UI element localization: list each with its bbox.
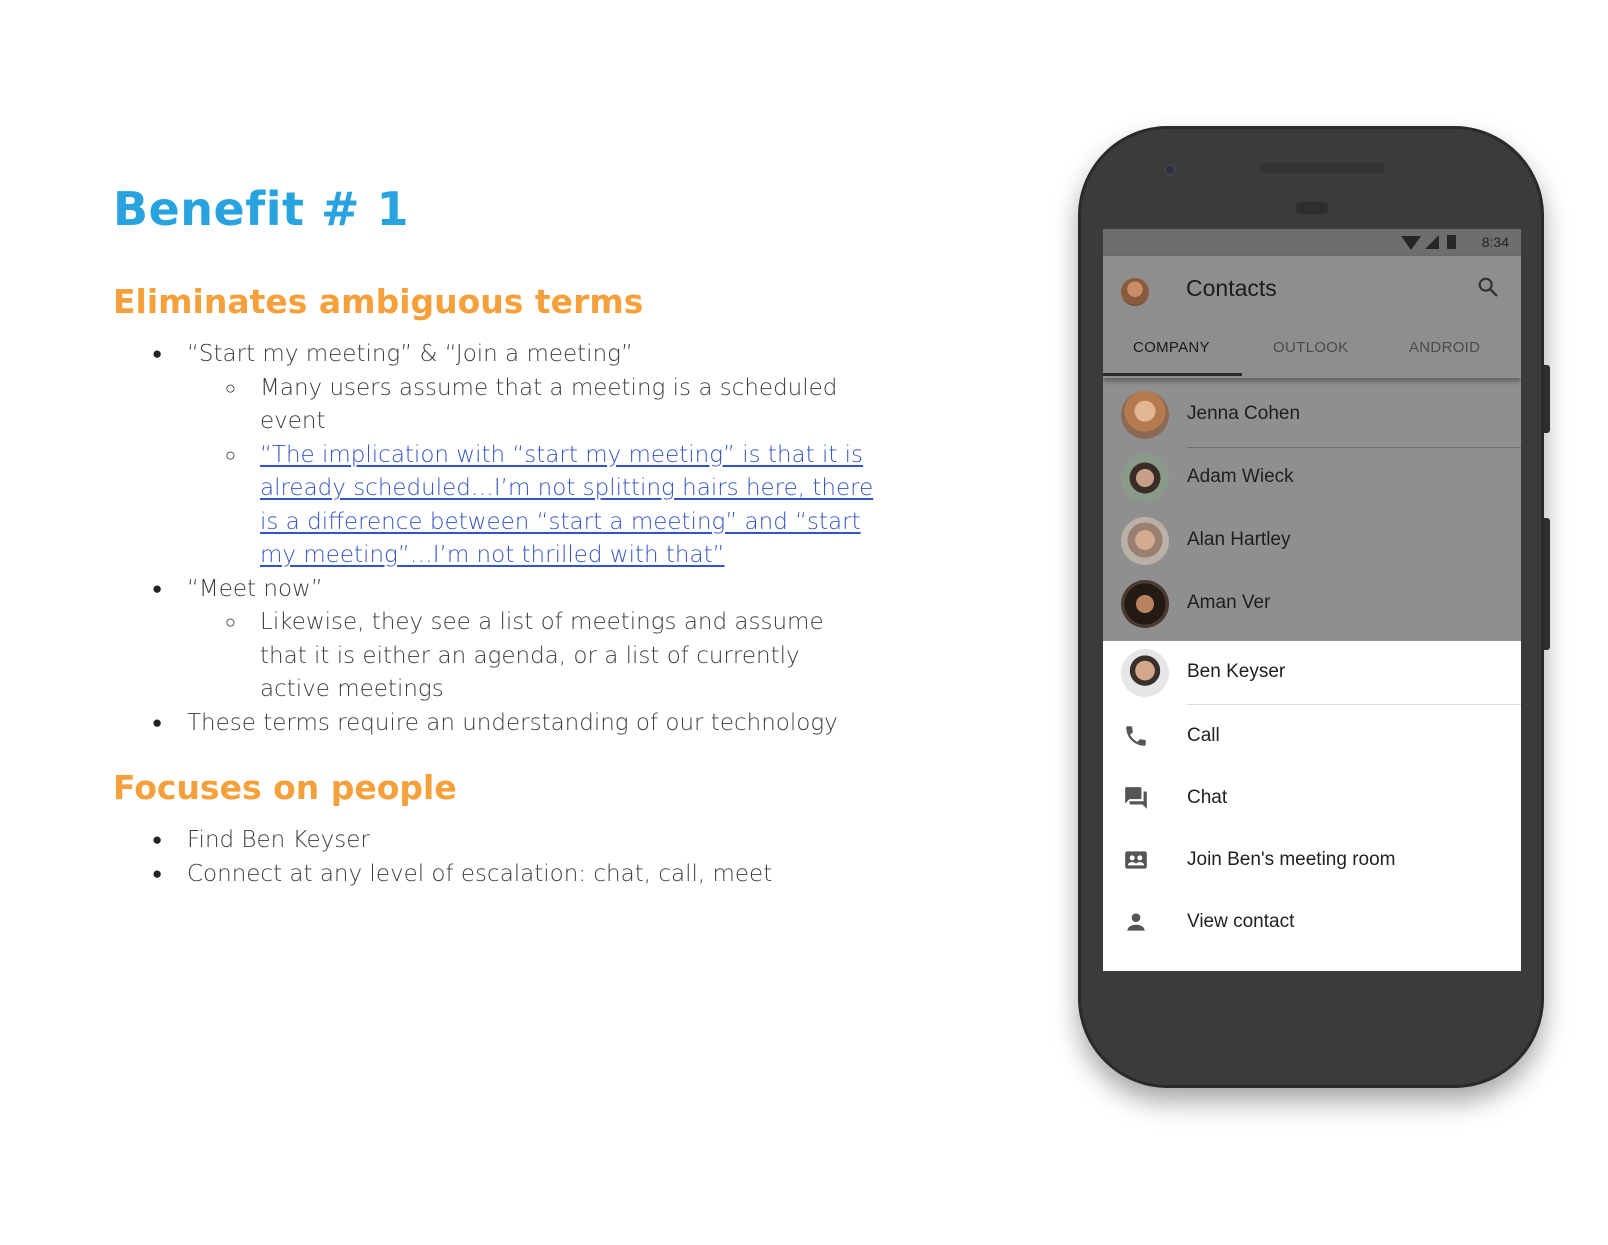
avatar [1121, 517, 1169, 565]
search-icon[interactable] [1477, 276, 1499, 298]
person-icon [1127, 913, 1145, 931]
avatar [1121, 649, 1169, 697]
bullet-icon: ● [152, 712, 163, 733]
list-item: ● “Meet now” [0, 573, 875, 607]
app-title: Contacts [1186, 275, 1277, 301]
sub-list-item-text: Likewise, they see a list of meetings an… [260, 609, 824, 702]
list-item: ● “Start my meeting” & “Join a meeting” [0, 338, 875, 372]
status-bar: 8:34 [1103, 229, 1521, 256]
list-item-text: Connect at any level of escalation: chat… [187, 860, 773, 887]
bullet-icon: ● [152, 863, 163, 884]
tab-android[interactable]: ANDROID [1409, 339, 1480, 356]
tab-outlook[interactable]: OUTLOOK [1273, 339, 1348, 356]
battery-icon [1447, 235, 1456, 249]
circle-bullet-icon: ○ [225, 444, 236, 466]
list-item: ● Find Ben Keyser [0, 824, 772, 858]
sub-list-item-text: Many users assume that a meeting is a sc… [260, 374, 838, 435]
status-time: 8:34 [1481, 234, 1509, 250]
signal-icon [1425, 235, 1439, 249]
section-heading-ambiguous-terms: Eliminates ambiguous terms [113, 282, 644, 321]
contact-name: Adam Wieck [1187, 466, 1294, 487]
earpiece-speaker [1258, 163, 1386, 173]
phone-screen: 8:34 Contacts COMPANY OUTLOOK ANDROID Je… [1103, 229, 1521, 971]
front-camera-icon [1164, 164, 1176, 176]
call-action[interactable]: Call [1103, 705, 1521, 767]
people-list: ● Find Ben Keyser ● Connect at any level… [0, 824, 772, 891]
action-label: View contact [1187, 911, 1295, 932]
slide-title: Benefit # 1 [113, 182, 410, 236]
contact-name: Jenna Cohen [1187, 403, 1301, 424]
list-item-text: “Meet now” [187, 575, 323, 602]
wifi-icon [1401, 236, 1421, 250]
list-item: ● These terms require an understanding o… [0, 707, 875, 741]
active-tab-indicator [1103, 373, 1242, 376]
circle-bullet-icon: ○ [225, 612, 236, 633]
list-item: ● Connect at any level of escalation: ch… [0, 858, 772, 892]
phone-icon [1126, 726, 1146, 746]
power-button [1544, 365, 1550, 433]
avatar [1121, 391, 1169, 439]
contact-row[interactable]: Jenna Cohen [1103, 383, 1521, 448]
meeting-room-icon [1125, 851, 1147, 869]
chat-action[interactable]: Chat [1103, 767, 1521, 829]
contact-name: Alan Hartley [1187, 529, 1291, 550]
app-bar: Contacts COMPANY OUTLOOK ANDROID [1103, 256, 1521, 378]
contact-row[interactable]: Adam Wieck [1103, 446, 1521, 510]
circle-bullet-icon: ○ [225, 377, 236, 399]
bullet-icon: ● [152, 830, 163, 850]
chat-icon [1125, 787, 1147, 809]
selected-contact-row[interactable]: Ben Keyser [1103, 641, 1521, 705]
sub-list-item: ○ Likewise, they see a list of meetings … [0, 606, 875, 707]
contact-row[interactable]: Aman Ver [1103, 572, 1521, 636]
contact-name: Aman Ver [1187, 592, 1271, 613]
sub-list-item: ○ “The implication with “start my meetin… [0, 439, 875, 573]
contacts-list-dimmed: Jenna Cohen Adam Wieck Alan Hartley Aman… [1103, 378, 1521, 641]
list-item-text: “Start my meeting” & “Join a meeting” [187, 341, 633, 367]
avatar [1121, 454, 1169, 502]
list-item-text: These terms require an understanding of … [187, 709, 838, 736]
list-item-text: Find Ben Keyser [187, 827, 370, 853]
contact-row[interactable]: Alan Hartley [1103, 509, 1521, 573]
proximity-sensor [1295, 202, 1329, 214]
action-label: Chat [1187, 787, 1228, 808]
join-meeting-room-action[interactable]: Join Ben's meeting room [1103, 829, 1521, 891]
tab-company[interactable]: COMPANY [1133, 339, 1210, 356]
ambiguous-terms-list: ● “Start my meeting” & “Join a meeting” … [0, 338, 875, 740]
profile-avatar[interactable] [1121, 278, 1149, 306]
bullet-icon: ● [152, 578, 163, 599]
bullet-icon: ● [152, 344, 163, 364]
action-label: Join Ben's meeting room [1187, 849, 1396, 870]
volume-button [1544, 518, 1550, 650]
contact-name: Ben Keyser [1187, 661, 1286, 682]
avatar [1121, 580, 1169, 628]
action-label: Call [1187, 725, 1220, 746]
view-contact-action[interactable]: View contact [1103, 891, 1521, 953]
quote-link[interactable]: “The implication with “start my meeting”… [260, 442, 873, 569]
section-heading-focuses-on-people: Focuses on people [113, 768, 457, 807]
sub-list-item: ○ Many users assume that a meeting is a … [0, 372, 875, 439]
